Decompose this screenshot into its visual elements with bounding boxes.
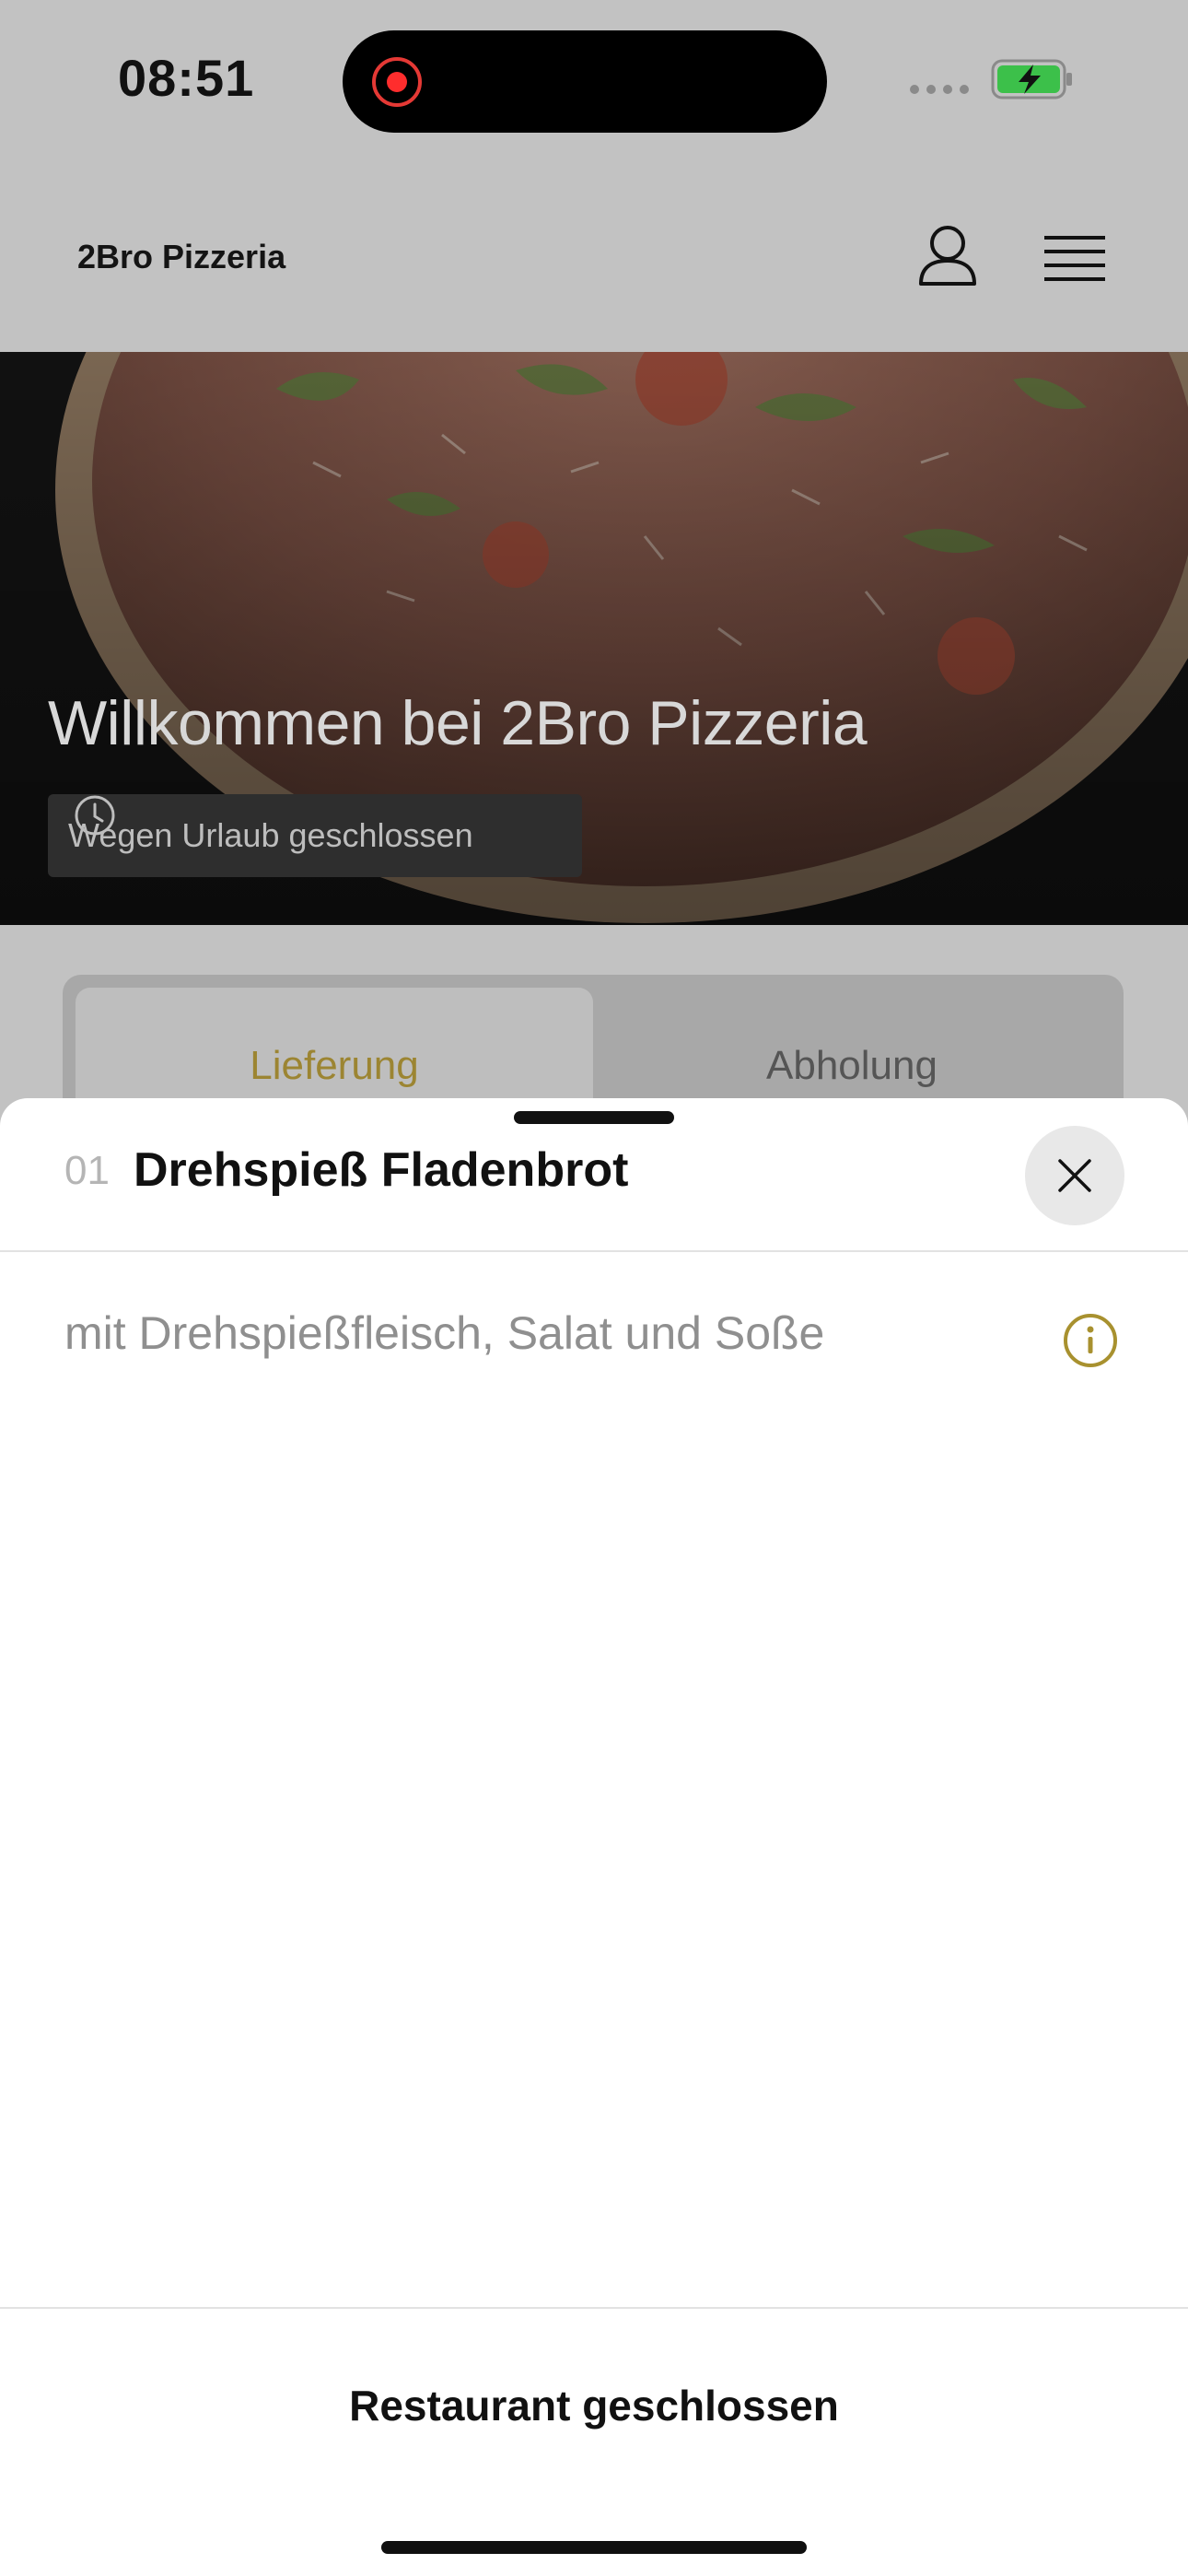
home-indicator[interactable] bbox=[381, 2541, 807, 2554]
info-icon[interactable] bbox=[1062, 1312, 1119, 1369]
status-badge-text: Wegen Urlaub geschlossen bbox=[68, 816, 473, 854]
brand-name[interactable]: 2Bro Pizzeria bbox=[77, 238, 285, 276]
hero-title: Willkommen bei 2Bro Pizzeria bbox=[48, 688, 868, 758]
status-badge: Wegen Urlaub geschlossen bbox=[48, 794, 582, 877]
sheet-grabber[interactable] bbox=[514, 1111, 674, 1124]
close-button[interactable] bbox=[1025, 1126, 1124, 1225]
status-bar: 08:51 bbox=[0, 0, 1188, 166]
signal-icon bbox=[910, 85, 969, 94]
battery-charging-icon bbox=[991, 59, 1072, 100]
menu-icon[interactable] bbox=[1044, 232, 1105, 286]
screen-recording-icon bbox=[372, 57, 422, 107]
sheet-divider bbox=[0, 1250, 1188, 1252]
clock-icon bbox=[75, 795, 115, 836]
item-title: Drehspieß Fladenbrot bbox=[134, 1143, 629, 1197]
status-time: 08:51 bbox=[118, 49, 255, 107]
item-number: 01 bbox=[64, 1148, 110, 1193]
item-detail-sheet: 01 Drehspieß Fladenbrot mit Drehspießfle… bbox=[0, 1098, 1188, 2576]
footer-divider bbox=[0, 2307, 1188, 2309]
dynamic-island bbox=[343, 30, 827, 133]
user-icon[interactable] bbox=[917, 223, 978, 287]
hero-banner: Willkommen bei 2Bro Pizzeria Wegen Urlau… bbox=[0, 352, 1188, 925]
restaurant-closed-label: Restaurant geschlossen bbox=[349, 2382, 839, 2430]
item-description: mit Drehspießfleisch, Salat und Soße bbox=[64, 1307, 825, 1359]
app-header: 2Bro Pizzeria bbox=[0, 166, 1188, 352]
close-icon bbox=[1058, 1159, 1091, 1192]
